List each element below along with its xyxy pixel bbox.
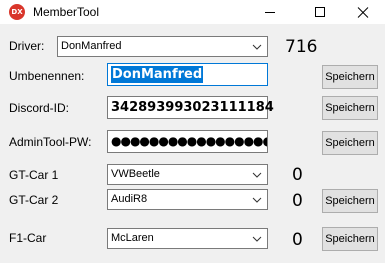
maximize-icon bbox=[315, 7, 325, 17]
admin-pw-label: AdminTool-PW: bbox=[9, 135, 92, 149]
maximize-button[interactable] bbox=[297, 0, 343, 24]
f1-car-select-value: McLaren bbox=[111, 232, 154, 244]
gt-car-1-count: 0 bbox=[292, 165, 303, 185]
chevron-down-icon bbox=[249, 37, 265, 56]
f1-car-label: F1-Car bbox=[9, 231, 47, 245]
chevron-down-icon bbox=[249, 229, 265, 248]
window-title: MemberTool bbox=[33, 5, 100, 19]
close-icon bbox=[357, 7, 369, 18]
form-body: Driver: DonManfred 716 Umbenennen: DonMa… bbox=[0, 24, 385, 263]
app-icon: DX bbox=[9, 4, 25, 20]
gt-car-1-select[interactable]: VWBeetle bbox=[107, 164, 268, 185]
driver-select-value: DonManfred bbox=[61, 40, 122, 52]
discord-id-value: 342893993023111184 bbox=[111, 100, 274, 115]
f1-car-select[interactable]: McLaren bbox=[107, 228, 268, 249]
discord-id-save-button[interactable]: Speichern bbox=[322, 96, 378, 120]
minimize-icon bbox=[265, 12, 275, 13]
gt-car-1-label: GT-Car 1 bbox=[9, 168, 59, 182]
f1-car-save-button[interactable]: Speichern bbox=[322, 227, 378, 251]
gt-car-2-count: 0 bbox=[292, 191, 303, 211]
chevron-down-icon bbox=[249, 165, 265, 184]
gt-car-1-select-value: VWBeetle bbox=[111, 168, 160, 180]
title-bar[interactable]: DX MemberTool bbox=[0, 0, 385, 24]
rename-label: Umbenennen: bbox=[9, 69, 85, 83]
gt-car-2-label: GT-Car 2 bbox=[9, 193, 59, 207]
driver-count: 716 bbox=[285, 37, 318, 57]
minimize-button[interactable] bbox=[247, 0, 293, 24]
rename-input[interactable]: DonManfred bbox=[107, 63, 268, 86]
driver-label: Driver: bbox=[9, 39, 45, 53]
gt-car-2-select-value: AudiR8 bbox=[111, 193, 148, 205]
admin-pw-save-button[interactable]: Speichern bbox=[322, 131, 378, 155]
rename-save-button[interactable]: Speichern bbox=[322, 65, 378, 89]
rename-input-value: DonManfred bbox=[111, 66, 204, 83]
close-button[interactable] bbox=[340, 0, 385, 24]
driver-select[interactable]: DonManfred bbox=[57, 36, 268, 57]
discord-id-input[interactable]: 342893993023111184 bbox=[107, 96, 274, 119]
admin-pw-value: ●●●●●●●●●●●●●●●●●●●●●● bbox=[111, 134, 267, 148]
gt-car-2-save-button[interactable]: Speichern bbox=[322, 189, 378, 213]
admin-pw-input[interactable]: ●●●●●●●●●●●●●●●●●●●●●● bbox=[107, 130, 268, 153]
discord-id-label: Discord-ID: bbox=[9, 101, 70, 115]
f1-car-count: 0 bbox=[292, 230, 303, 250]
chevron-down-icon bbox=[249, 190, 265, 209]
gt-car-2-select[interactable]: AudiR8 bbox=[107, 189, 268, 210]
